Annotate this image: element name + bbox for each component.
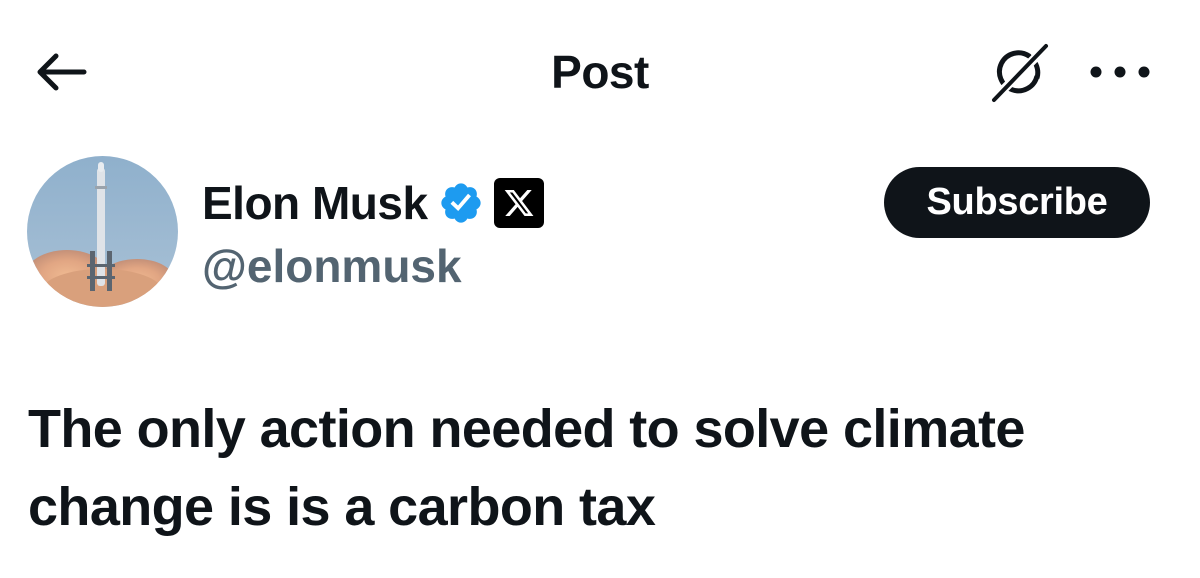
subscribe-button[interactable]: Subscribe [884,167,1150,238]
grok-slash-icon [987,40,1053,106]
avatar[interactable] [27,156,178,307]
more-button[interactable] [1080,50,1160,94]
post-text: The only action needed to solve climate … [28,399,1025,537]
author-handle[interactable]: @elonmusk [202,240,462,292]
x-logo-icon [504,190,533,216]
affiliate-badge[interactable] [493,178,544,228]
author-name-row: Elon Musk [202,172,544,234]
rocket-launch-avatar [27,156,178,307]
grok-button[interactable] [985,40,1055,108]
more-horizontal-icon [1090,66,1150,78]
author-name[interactable]: Elon Musk [202,180,428,226]
verified-badge-icon [440,183,481,223]
